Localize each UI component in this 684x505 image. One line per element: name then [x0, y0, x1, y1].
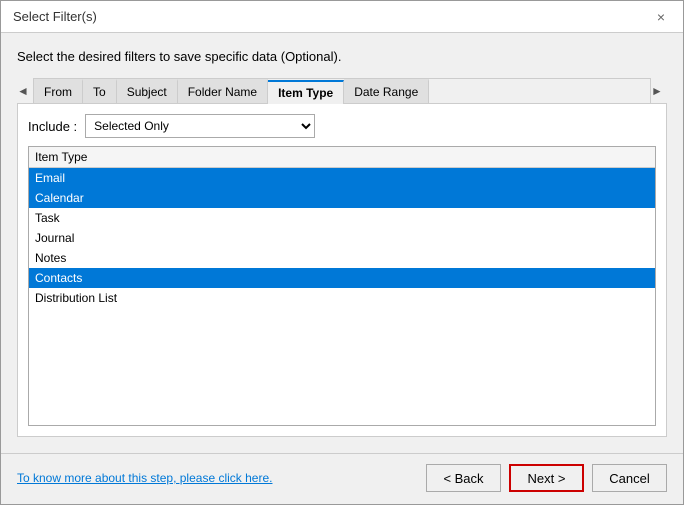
btn-group: < Back Next > Cancel: [426, 464, 667, 492]
include-select[interactable]: All Selected Only Unselected Only: [85, 114, 315, 138]
list-item[interactable]: Distribution List: [29, 288, 655, 308]
next-button[interactable]: Next >: [509, 464, 584, 492]
tab-item-type[interactable]: Item Type: [268, 80, 344, 104]
tab-date-range[interactable]: Date Range: [344, 79, 429, 103]
list-item[interactable]: Contacts: [29, 268, 655, 288]
tab-from[interactable]: From: [34, 79, 83, 103]
list-item[interactable]: Notes: [29, 248, 655, 268]
tab-to[interactable]: To: [83, 79, 117, 103]
list-header: Item Type: [29, 147, 655, 168]
back-button[interactable]: < Back: [426, 464, 501, 492]
dialog-body: Select the desired filters to save speci…: [1, 33, 683, 445]
tab-nav-wrapper: ◄ From To Subject Folder Name Item Type …: [17, 78, 667, 103]
instruction-text: Select the desired filters to save speci…: [17, 49, 667, 64]
tab-arrow-left[interactable]: ◄: [17, 84, 33, 98]
include-label: Include :: [28, 119, 77, 134]
tab-content: Include : All Selected Only Unselected O…: [17, 103, 667, 437]
list-item[interactable]: Calendar: [29, 188, 655, 208]
tab-subject[interactable]: Subject: [117, 79, 178, 103]
dialog-title: Select Filter(s): [13, 9, 97, 24]
list-column-header: Item Type: [35, 150, 649, 164]
tab-folder-name[interactable]: Folder Name: [178, 79, 268, 103]
list-item[interactable]: Journal: [29, 228, 655, 248]
dialog: Select Filter(s) × Select the desired fi…: [0, 0, 684, 505]
close-button[interactable]: ×: [651, 7, 671, 27]
bottom-bar: To know more about this step, please cli…: [1, 453, 683, 504]
item-type-listbox[interactable]: Item Type Email Calendar Task Journal No…: [28, 146, 656, 426]
list-item[interactable]: Task: [29, 208, 655, 228]
title-bar: Select Filter(s) ×: [1, 1, 683, 33]
help-link[interactable]: To know more about this step, please cli…: [17, 471, 272, 485]
tabs-container: From To Subject Folder Name Item Type Da…: [33, 78, 651, 103]
tab-arrow-right[interactable]: ►: [651, 84, 667, 98]
include-row: Include : All Selected Only Unselected O…: [28, 114, 656, 138]
cancel-button[interactable]: Cancel: [592, 464, 667, 492]
list-item[interactable]: Email: [29, 168, 655, 188]
